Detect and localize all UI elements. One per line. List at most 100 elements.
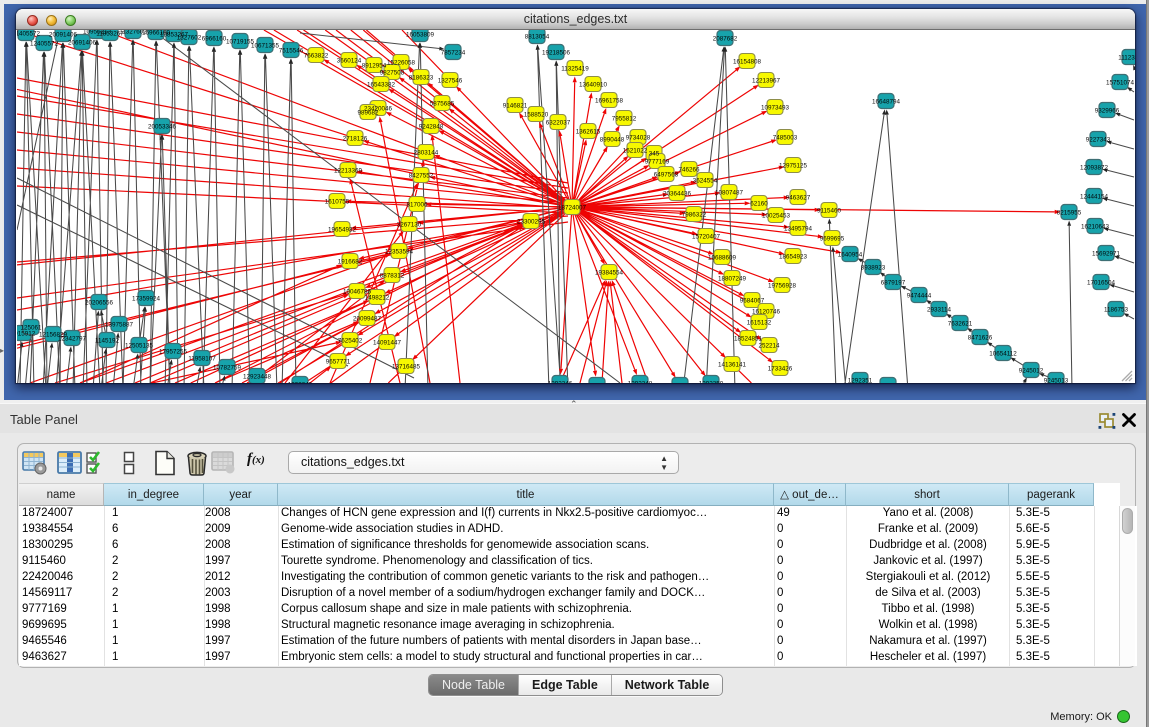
svg-text:9827508: 9827508 <box>380 69 405 76</box>
svg-text:8215955: 8215955 <box>1057 209 1082 216</box>
svg-text:21405572: 21405572 <box>17 30 40 37</box>
svg-text:1292347: 1292347 <box>585 382 610 383</box>
svg-text:1112345: 1112345 <box>1118 54 1135 61</box>
svg-text:9245012: 9245012 <box>1019 367 1044 374</box>
svg-text:9329966: 9329966 <box>1095 107 1120 114</box>
svg-text:12505135: 12505135 <box>125 342 154 349</box>
svg-text:16648794: 16648794 <box>872 98 901 105</box>
svg-text:3660124: 3660124 <box>337 57 362 64</box>
svg-text:14136141: 14136141 <box>718 361 747 368</box>
svg-text:8471626: 8471626 <box>968 334 993 341</box>
svg-text:15692971: 15692971 <box>1092 250 1121 257</box>
svg-text:20691406: 20691406 <box>68 39 97 46</box>
svg-text:15751074: 15751074 <box>1106 79 1135 86</box>
svg-text:1292345: 1292345 <box>288 381 313 383</box>
svg-text:1498212: 1498212 <box>365 294 390 301</box>
svg-text:19756928: 19756928 <box>768 282 797 289</box>
svg-text:12213967: 12213967 <box>752 77 781 84</box>
svg-text:20099487: 20099487 <box>353 315 382 322</box>
svg-text:19384554: 19384554 <box>595 269 624 276</box>
svg-text:8186323: 8186323 <box>409 74 434 81</box>
svg-text:1292348: 1292348 <box>628 380 653 383</box>
svg-text:11325419: 11325419 <box>561 65 589 72</box>
svg-text:13495794: 13495794 <box>784 225 813 232</box>
svg-text:1292350: 1292350 <box>699 380 724 383</box>
svg-text:9227343: 9227343 <box>1086 136 1111 143</box>
svg-text:17359924: 17359924 <box>132 295 161 302</box>
svg-text:1292349: 1292349 <box>668 382 693 383</box>
svg-text:3624554: 3624554 <box>693 177 718 184</box>
svg-text:2803144: 2803144 <box>414 149 439 156</box>
svg-text:746266: 746266 <box>678 166 700 173</box>
svg-text:2087682: 2087682 <box>713 35 738 42</box>
svg-text:9657771: 9657771 <box>326 358 351 365</box>
svg-text:9474444: 9474444 <box>907 292 932 299</box>
svg-text:7986322: 7986322 <box>682 211 707 218</box>
svg-text:1615132: 1615132 <box>747 319 772 326</box>
svg-text:12093872: 12093872 <box>1080 164 1109 171</box>
svg-text:1362615: 1362615 <box>576 128 601 135</box>
svg-text:10807487: 10807487 <box>715 189 744 196</box>
svg-text:7857234: 7857234 <box>441 49 466 56</box>
svg-text:252214: 252214 <box>758 342 780 349</box>
svg-text:9242848: 9242848 <box>419 123 444 130</box>
svg-text:5875685: 5875685 <box>430 100 455 107</box>
svg-text:7663822: 7663822 <box>304 52 329 59</box>
svg-text:7632621: 7632621 <box>948 320 973 327</box>
svg-text:1733426: 1733426 <box>768 365 793 372</box>
svg-text:20091406: 20091406 <box>49 31 78 38</box>
svg-text:19654932: 19654932 <box>328 226 357 233</box>
svg-text:12342797: 12342797 <box>58 335 87 342</box>
svg-text:12975125: 12975125 <box>779 162 808 169</box>
svg-text:9777169: 9777169 <box>645 158 670 165</box>
svg-text:1916682: 1916682 <box>338 258 363 265</box>
svg-text:12405572: 12405572 <box>30 40 59 47</box>
svg-text:8912954: 8912954 <box>362 62 387 69</box>
svg-text:9699695: 9699695 <box>820 235 845 242</box>
svg-text:8813054: 8813054 <box>525 33 550 40</box>
svg-text:1640954: 1640954 <box>838 251 863 258</box>
svg-text:17016504: 17016504 <box>1087 279 1116 286</box>
svg-text:13975887: 13975887 <box>105 321 134 328</box>
svg-text:16154808: 16154808 <box>733 58 762 65</box>
svg-text:9115460: 9115460 <box>817 207 842 214</box>
svg-text:125061: 125061 <box>20 324 42 331</box>
svg-text:9146821: 9146821 <box>503 102 528 109</box>
svg-text:11958107: 11958107 <box>188 355 216 362</box>
svg-text:18654923: 18654923 <box>779 253 808 260</box>
svg-text:6879197: 6879197 <box>881 279 906 286</box>
svg-text:10025453: 10025453 <box>762 212 791 219</box>
svg-text:14091447: 14091447 <box>373 339 402 346</box>
svg-text:1327546: 1327546 <box>438 77 463 84</box>
svg-text:989682: 989682 <box>357 109 379 116</box>
svg-text:6966160: 6966160 <box>202 35 227 42</box>
svg-text:3267130: 3267130 <box>397 221 422 228</box>
svg-text:23300295: 23300295 <box>517 218 546 225</box>
svg-text:20206556: 20206556 <box>85 299 114 306</box>
svg-text:817006: 817006 <box>406 201 428 208</box>
svg-text:8427552: 8427552 <box>409 172 434 179</box>
svg-text:7955812: 7955812 <box>612 115 637 122</box>
svg-text:19218506: 19218506 <box>542 49 571 56</box>
svg-text:10688609: 10688609 <box>708 254 737 261</box>
svg-text:12213369: 12213369 <box>334 167 363 174</box>
svg-text:1588520: 1588520 <box>524 111 549 118</box>
svg-text:8878312: 8878312 <box>380 272 405 279</box>
svg-text:16053809: 16053809 <box>406 31 435 38</box>
svg-text:18807249: 18807249 <box>718 275 747 282</box>
svg-text:8990448: 8990448 <box>600 136 625 143</box>
svg-text:2718126: 2718126 <box>343 135 368 142</box>
svg-text:1292351: 1292351 <box>848 377 873 383</box>
svg-text:15226058: 15226058 <box>387 59 416 66</box>
svg-text:12444154: 12444154 <box>1080 193 1109 200</box>
svg-text:1327602: 1327602 <box>177 34 202 41</box>
svg-text:3915912: 3915912 <box>17 330 36 337</box>
svg-text:6322037: 6322037 <box>546 119 571 126</box>
svg-text:9463627: 9463627 <box>786 194 811 201</box>
svg-text:1145192: 1145192 <box>95 337 120 344</box>
svg-text:10782759: 10782759 <box>213 364 242 371</box>
svg-text:16961758: 16961758 <box>595 97 624 104</box>
svg-text:345: 345 <box>649 150 660 157</box>
svg-text:12353594: 12353594 <box>385 248 414 255</box>
svg-text:7515546: 7515546 <box>279 47 304 54</box>
